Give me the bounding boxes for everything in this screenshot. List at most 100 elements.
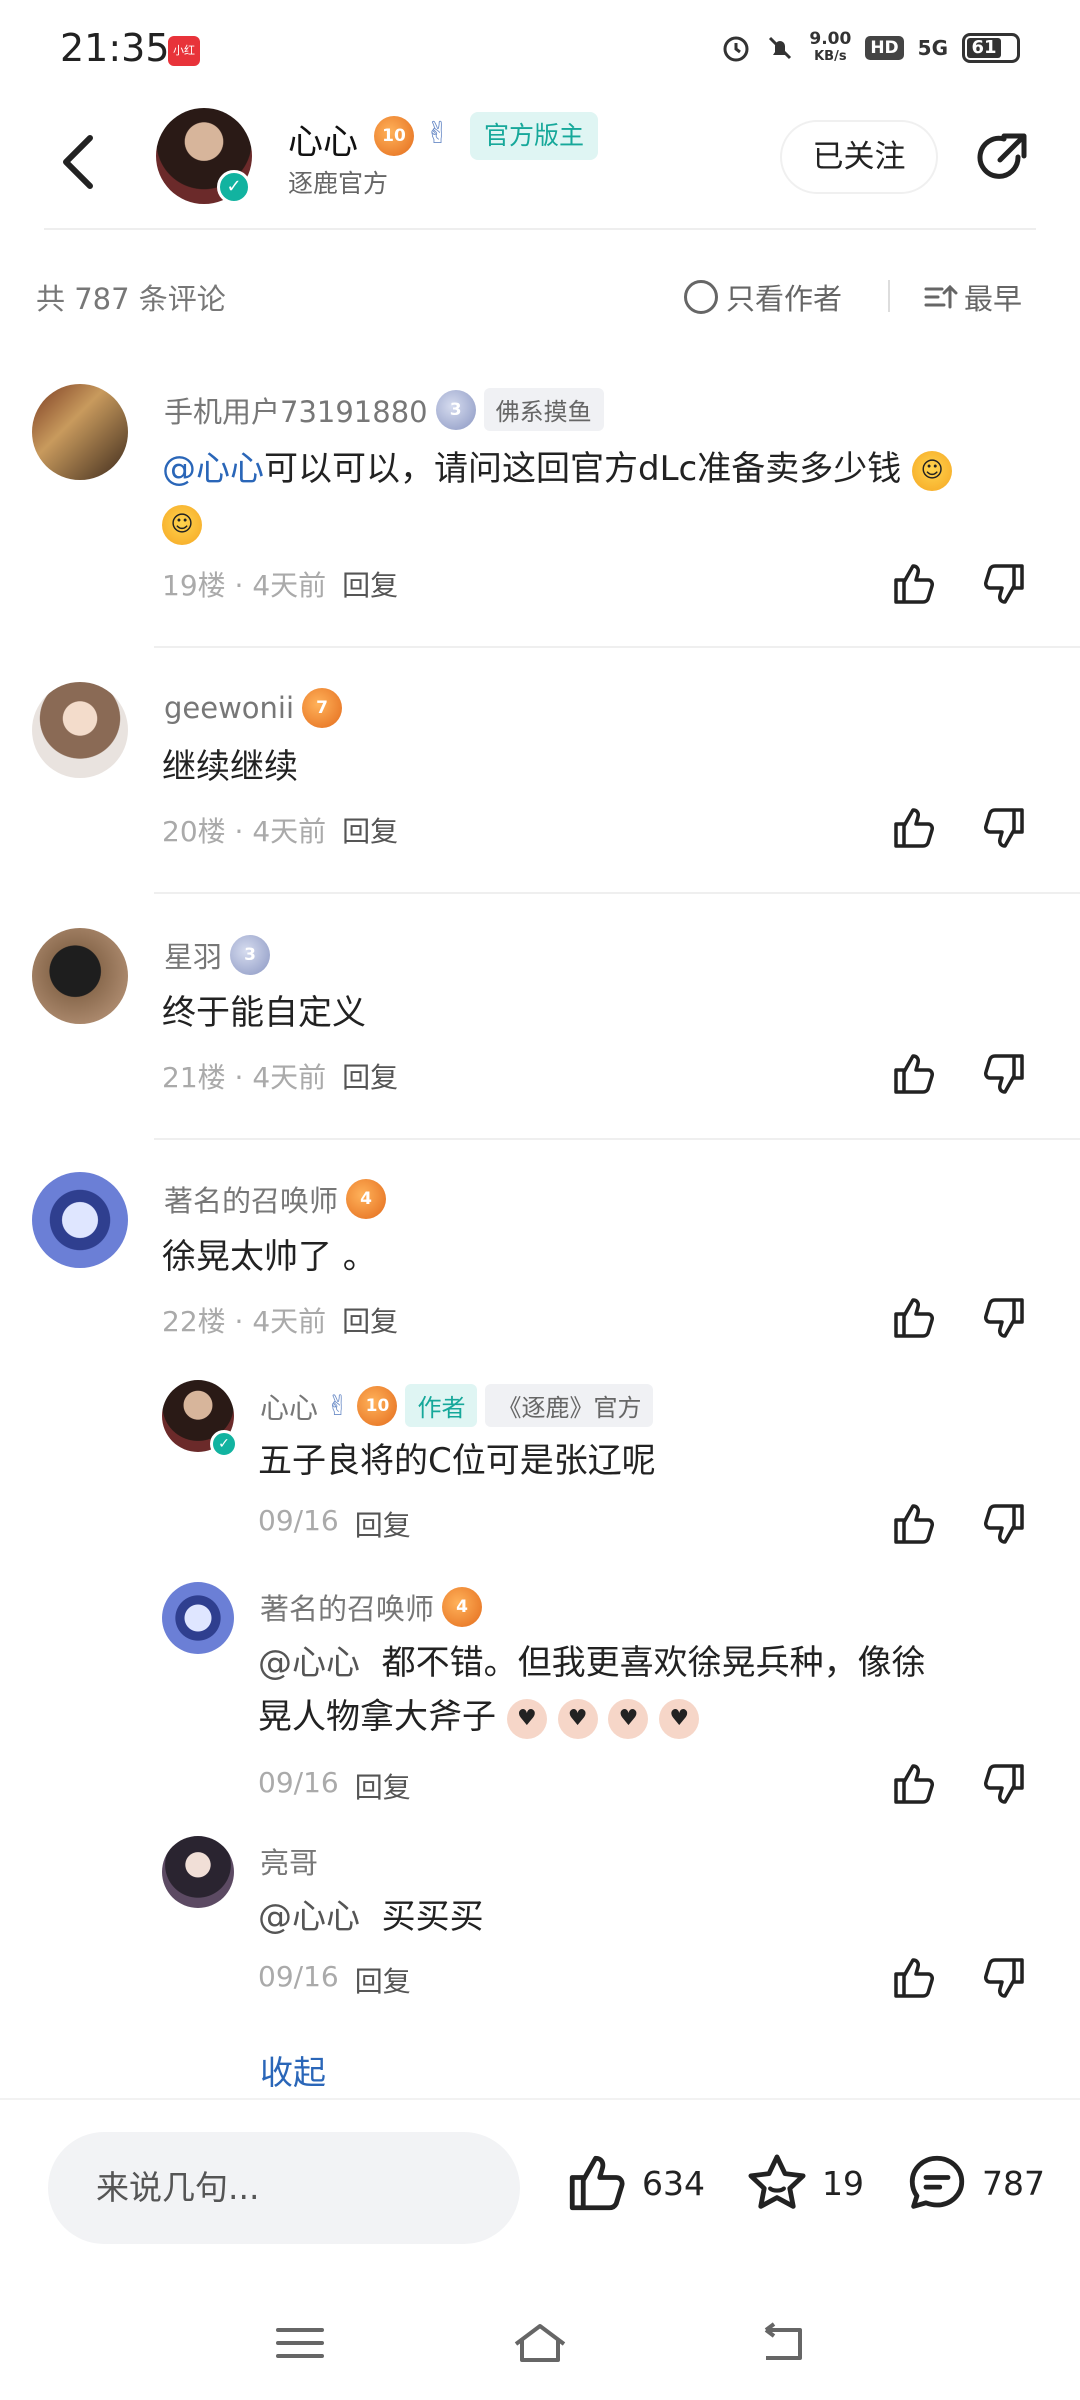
back-nav-icon[interactable] [752,2318,812,2368]
reply-item: ✓ 心心 ✌ 10 作者 《逐鹿》官方 五子良将的C位可是张辽呢 09/16 回… [0,1380,1080,1560]
reply-button[interactable]: 回复 [355,1960,411,2000]
reply-text: @心心 买买买 [258,1897,484,1937]
comment-text: 继续继续 [162,747,298,787]
comment-username[interactable]: 星羽 3 [164,934,271,976]
comment-meta: 19楼 · 4天前 回复 [162,564,398,604]
network-speed: 9.00 KB/s [809,29,852,64]
radio-icon [684,280,718,314]
user-avatar[interactable] [162,1836,234,1908]
verified-icon: ✓ [210,1430,238,1458]
heart-hand-emoji-icon: ♥ [557,1698,598,1739]
reply-text: 五子良将的C位可是张辽呢 [258,1441,656,1481]
author-name[interactable]: 心心 [288,114,358,165]
comment-icon [909,2155,965,2209]
reply-button[interactable]: 回复 [355,1504,411,1544]
user-avatar[interactable] [162,1582,234,1654]
like-icon[interactable] [890,1954,938,2002]
reply-username[interactable]: 亮哥 [260,1840,318,1882]
collapse-replies-link[interactable]: 收起 [260,2046,326,2094]
heart-hand-emoji-icon: ♥ [659,1698,700,1739]
level-badge: 10 [357,1385,398,1426]
comment-text: @心心可以可以，请问这回官方dLc准备卖多少钱 ☺ ☺ [162,442,1042,550]
moderator-badge: 官方版主 [470,112,599,160]
reply-username[interactable]: 心心 ✌ 10 作者 《逐鹿》官方 [260,1384,654,1427]
status-time: 21:35 [60,26,170,70]
hand-badge-icon: ✌ [326,1389,350,1422]
reply-button[interactable]: 回复 [355,1766,411,1806]
mention-link[interactable]: @心心 [162,449,264,489]
status-icons: 9.00 KB/s HD 5G 61 [721,30,1020,66]
like-icon[interactable] [890,560,938,608]
comment-text: 终于能自定义 [162,993,366,1033]
reply-meta: 09/16 回复 [258,1766,411,1806]
author-only-toggle[interactable]: 只看作者 [684,276,842,318]
reply-button[interactable]: 回复 [342,564,398,604]
comment-divider [154,892,1080,894]
like-icon[interactable] [890,1294,938,1342]
dislike-icon[interactable] [980,1760,1028,1808]
comment-item: 星羽 3 终于能自定义 21楼 · 4天前 回复 [0,928,1080,1128]
user-avatar[interactable] [32,1172,128,1268]
dislike-icon[interactable] [980,1050,1028,1098]
comment-divider [154,1138,1080,1140]
share-icon[interactable] [968,124,1034,190]
comment-divider [154,646,1080,648]
header-divider [44,228,1036,230]
like-icon[interactable] [890,1050,938,1098]
like-count-button[interactable]: 634 [564,2150,705,2216]
menu-icon[interactable] [270,2318,330,2368]
reply-item: 著名的召唤师 4 @心心 都不错。但我更喜欢徐晃兵种，像徐 晃人物拿大斧子 ♥ … [0,1582,1080,1804]
mention-link[interactable]: @心心 [258,1897,360,1937]
battery-icon: 61 [962,33,1020,63]
comment-item: 手机用户73191880 3 佛系摸鱼 @心心可以可以，请问这回官方dLc准备卖… [0,380,1080,642]
level-badge: 4 [442,1587,483,1627]
comment-meta: 20楼 · 4天前 回复 [162,810,398,850]
star-icon [748,2154,806,2209]
comment-username[interactable]: 手机用户73191880 3 佛系摸鱼 [164,388,604,431]
reply-text: @心心 都不错。但我更喜欢徐晃兵种，像徐 晃人物拿大斧子 ♥ ♥ ♥ ♥ [258,1643,926,1739]
follow-button[interactable]: 已关注 [782,122,936,192]
like-icon [569,2155,625,2211]
level-badge: 3 [230,935,271,975]
user-avatar[interactable] [32,384,128,480]
dislike-icon[interactable] [980,1500,1028,1548]
level-badge: 3 [435,389,476,430]
user-avatar[interactable] [32,682,128,778]
reply-button[interactable]: 回复 [342,1300,398,1340]
user-avatar[interactable] [32,928,128,1024]
like-icon[interactable] [890,1500,938,1548]
level-badge: 7 [302,688,343,728]
dislike-icon[interactable] [980,1954,1028,2002]
mention-link[interactable]: @心心 [258,1643,360,1683]
comment-count: 共 787 条评论 [36,282,226,316]
smile-emoji-icon: ☺ [162,504,202,545]
system-nav-bar [0,2278,1080,2400]
hand-badge-icon: ✌ [425,116,451,151]
official-tag: 《逐鹿》官方 [485,1384,654,1427]
comment-input[interactable]: 来说几句... [48,2132,520,2244]
sort-earliest-button[interactable]: 最早 [922,276,1022,318]
comment-username[interactable]: 著名的召唤师 4 [164,1178,387,1220]
dislike-icon[interactable] [980,1294,1028,1342]
favorite-count-button[interactable]: 19 [744,2150,864,2216]
comment-username[interactable]: geewonii 7 [164,688,343,728]
like-icon[interactable] [890,804,938,852]
comment-meta: 21楼 · 4天前 回复 [162,1056,398,1096]
reply-button[interactable]: 回复 [342,810,398,850]
level-badge: 10 [374,116,414,156]
bottom-action-bar: 来说几句... 634 19 787 [0,2098,1080,2278]
like-icon[interactable] [890,1760,938,1808]
dislike-icon[interactable] [980,560,1028,608]
status-bar: 21:35 小红书 9.00 KB/s HD 5G 61 [0,0,1080,100]
mute-icon [769,36,792,60]
home-icon[interactable] [510,2318,570,2368]
reply-meta: 09/16 回复 [258,1960,411,2000]
reply-username[interactable]: 著名的召唤师 4 [260,1586,483,1628]
reply-item: 亮哥 @心心 买买买 09/16 回复 [0,1836,1080,2016]
reply-button[interactable]: 回复 [342,1056,398,1096]
dislike-icon[interactable] [980,804,1028,852]
smile-emoji-icon: ☺ [912,450,953,491]
back-icon[interactable] [52,122,112,202]
sort-divider [888,280,890,312]
comment-count-button[interactable]: 787 [904,2150,1045,2216]
